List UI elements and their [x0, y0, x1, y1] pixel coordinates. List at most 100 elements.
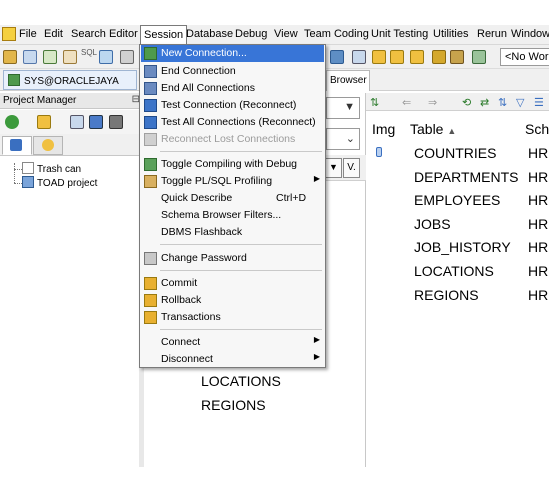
menu-item-end-all-connections[interactable]: End All Connections	[141, 80, 324, 97]
menu-item-schema-browser-filters[interactable]: Schema Browser Filters...	[141, 207, 324, 224]
menu-item-test-all-connections[interactable]: Test All Connections (Reconnect)	[141, 114, 324, 131]
project-icon	[22, 176, 34, 188]
menu-view[interactable]: View	[274, 28, 298, 40]
workspace-select[interactable]: <No Work	[500, 48, 549, 66]
refresh-icon[interactable]: ⇅	[370, 96, 379, 109]
list-item[interactable]: LOCATIONS	[201, 373, 281, 389]
menu-item-label: Quick Describe	[161, 192, 233, 204]
schema-cell: HR	[528, 287, 549, 303]
back-icon[interactable]: ⇐	[402, 96, 411, 109]
save-icon[interactable]	[89, 115, 103, 129]
schema-browser-tab[interactable]: Browser	[326, 70, 370, 91]
dropdown-tool-icon[interactable]	[330, 50, 344, 64]
menu-item-end-connection[interactable]: End Connection	[141, 63, 324, 80]
grid-icon[interactable]	[99, 50, 113, 64]
new-item-icon[interactable]	[70, 115, 84, 129]
session-menu: New Connection... End Connection End All…	[139, 44, 326, 368]
schema-cell: HR	[528, 239, 549, 255]
toolbar-btn-a-icon[interactable]	[352, 50, 366, 64]
menu-item-dbms-flashback[interactable]: DBMS Flashback	[141, 224, 324, 241]
object-type-select[interactable]: ⌄	[326, 128, 360, 150]
table-row[interactable]: REGIONS HR	[366, 287, 549, 311]
filter-icon[interactable]: ▽	[516, 96, 524, 109]
tab-project-tree[interactable]	[2, 136, 32, 155]
open-icon[interactable]	[3, 50, 17, 64]
table-name-cell: EMPLOYEES	[414, 192, 501, 208]
table-row[interactable]: JOBS HR	[366, 216, 549, 240]
menu-item-rollback[interactable]: Rollback	[141, 292, 324, 309]
schema-select[interactable]: ▼	[326, 97, 360, 119]
schema-cell: HR	[528, 216, 549, 232]
menu-editor[interactable]: Editor	[109, 28, 138, 40]
menu-item-label: Disconnect	[161, 353, 213, 365]
tab-database[interactable]	[33, 136, 63, 155]
menu-unit-testing[interactable]: Unit Testing	[371, 28, 428, 40]
list-item[interactable]: REGIONS	[201, 397, 266, 413]
menu-item-label: End All Connections	[161, 82, 255, 94]
menu-item-toggle-compiling-debug[interactable]: Toggle Compiling with Debug	[141, 156, 324, 173]
submenu-arrow-icon: ▶	[313, 335, 320, 344]
print-icon[interactable]	[109, 115, 123, 129]
menu-item-change-password[interactable]: Change Password	[141, 250, 324, 267]
object-dropdown-button[interactable]: ▼	[325, 158, 342, 178]
menu-window[interactable]: Window	[511, 28, 549, 40]
sync-icon[interactable]: ⟲	[462, 96, 471, 109]
menu-database[interactable]: Database	[186, 28, 233, 40]
menu-utilities[interactable]: Utilities	[433, 28, 468, 40]
transaction-tool-icon[interactable]	[410, 50, 424, 64]
menu-search[interactable]: Search	[71, 28, 106, 40]
debug-tool-icon[interactable]	[472, 50, 486, 64]
filter-v-button[interactable]: V.	[343, 158, 360, 178]
debug-bug-icon	[144, 158, 157, 171]
sort-icon[interactable]: ⇅	[498, 96, 507, 109]
window-icon[interactable]	[120, 50, 134, 64]
column-header-schema[interactable]: Sch	[525, 121, 549, 137]
menu-item-quick-describe[interactable]: Quick Describe Ctrl+D	[141, 190, 324, 207]
menu-item-transactions[interactable]: Transactions	[141, 309, 324, 326]
rollback-tool-icon[interactable]	[390, 50, 404, 64]
menu-rerun[interactable]: Rerun	[477, 28, 507, 40]
project-tree: Trash can TOAD project	[0, 157, 144, 467]
table-name-cell: JOB_HISTORY	[414, 239, 511, 255]
tree-connector	[14, 183, 22, 184]
menu-item-test-connection[interactable]: Test Connection (Reconnect)	[141, 97, 324, 114]
forward-icon[interactable]: ⇒	[428, 96, 437, 109]
menu-item-commit[interactable]: Commit	[141, 275, 324, 292]
commit-tool-icon[interactable]	[372, 50, 386, 64]
user-tool-icon[interactable]	[432, 50, 446, 64]
connection-tab[interactable]: SYS@ORACLEJAYA	[3, 70, 137, 90]
swap-icon[interactable]: ⇄	[480, 96, 489, 109]
menu-item-new-connection[interactable]: New Connection...	[141, 45, 324, 62]
table-row[interactable]: EMPLOYEES HR	[366, 192, 549, 216]
submenu-arrow-icon: ▶	[313, 352, 320, 361]
table-row[interactable]: JOB_HISTORY HR	[366, 239, 549, 263]
folder-icon[interactable]	[37, 115, 51, 129]
menu-session[interactable]: Session	[140, 25, 188, 45]
options-tool-icon[interactable]	[450, 50, 464, 64]
schema-icon[interactable]	[43, 50, 57, 64]
menu-item-toggle-plsql-profiling[interactable]: Toggle PL/SQL Profiling ▶	[141, 173, 324, 190]
menu-file[interactable]: File	[19, 28, 37, 40]
column-header-table[interactable]: Table ▲	[410, 121, 456, 137]
tree-connector	[14, 169, 22, 170]
menu-debug[interactable]: Debug	[235, 28, 267, 40]
columns-icon[interactable]: ☰	[534, 96, 544, 109]
menu-item-connect[interactable]: Connect ▶	[141, 334, 324, 351]
table-row[interactable]: COUNTRIES HR	[366, 145, 549, 169]
sql-icon[interactable]	[63, 50, 77, 64]
editor-icon[interactable]	[23, 50, 37, 64]
tree-item-trash-can[interactable]: Trash can	[22, 162, 81, 175]
tree-item-toad-project[interactable]: TOAD project	[22, 176, 97, 189]
menu-item-disconnect[interactable]: Disconnect ▶	[141, 351, 324, 368]
tree-connector	[14, 163, 15, 183]
menu-edit[interactable]: Edit	[44, 28, 63, 40]
menu-team-coding[interactable]: Team Coding	[304, 28, 369, 40]
trash-can-icon	[22, 162, 34, 174]
add-icon[interactable]	[5, 115, 19, 129]
table-row[interactable]: LOCATIONS HR	[366, 263, 549, 287]
chevron-down-icon: ▼	[344, 101, 355, 113]
password-icon	[144, 252, 157, 265]
toad-app-icon[interactable]	[2, 27, 16, 41]
column-header-img[interactable]: Img	[372, 121, 395, 137]
table-row[interactable]: DEPARTMENTS HR	[366, 169, 549, 193]
